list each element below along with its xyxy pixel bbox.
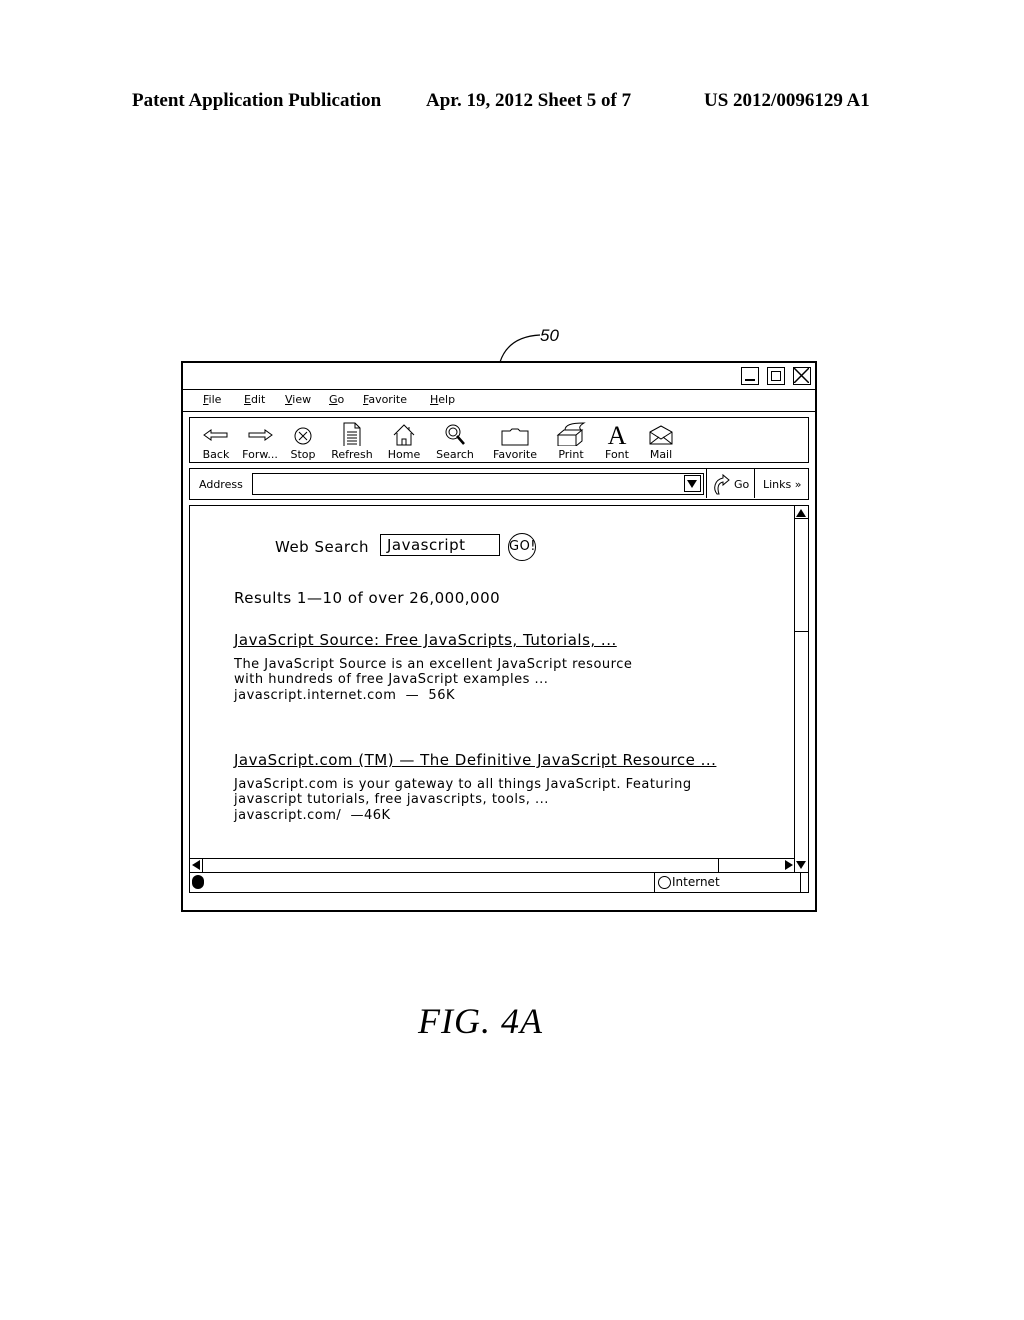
figure-label: FIG. 4A xyxy=(418,1001,543,1041)
publication-type: Patent Application Publication xyxy=(132,90,382,111)
minimize-button[interactable] xyxy=(741,367,759,385)
forward-label: Forw... xyxy=(242,448,278,461)
menu-favorite[interactable]: Favorite xyxy=(363,393,407,406)
page-content: Web Search Javascript GO! Results 1—10 o… xyxy=(189,505,809,873)
address-dropdown-button[interactable] xyxy=(684,475,701,492)
links-button[interactable]: Links » xyxy=(754,469,808,498)
arrow-right-icon xyxy=(248,429,273,441)
web-search-go-button[interactable]: GO! xyxy=(508,533,536,561)
font-icon: A xyxy=(608,422,627,446)
back-button[interactable]: Back xyxy=(198,422,234,461)
search-label: Search xyxy=(436,448,474,461)
scroll-down-arrow-icon[interactable] xyxy=(796,861,806,869)
results-count: Results 1—10 of over 26,000,000 xyxy=(234,589,501,607)
result-title-link[interactable]: JavaScript.com (TM) — The Definitive Jav… xyxy=(234,751,716,769)
refresh-label: Refresh xyxy=(331,448,373,461)
reference-leader-line xyxy=(499,334,541,363)
favorite-button[interactable]: Favorite xyxy=(490,422,540,461)
maximize-button[interactable] xyxy=(767,367,785,385)
result-desc-line: with hundreds of free JavaScript example… xyxy=(234,672,549,687)
result-title-link[interactable]: JavaScript Source: Free JavaScripts, Tut… xyxy=(234,631,617,649)
title-bar xyxy=(183,363,815,390)
globe-icon xyxy=(658,876,671,889)
result-desc-line: javascript tutorials, free javascripts, … xyxy=(234,792,549,807)
folder-icon xyxy=(501,428,529,446)
menu-bar: File Edit View Go Favorite Help xyxy=(183,389,815,412)
toolbar: Back Forw... Stop Refresh Home Search Fa… xyxy=(189,417,809,463)
result-desc-line: The JavaScript Source is an excellent Ja… xyxy=(234,657,633,672)
go-arrow-icon xyxy=(714,473,730,495)
scroll-up-arrow-icon[interactable] xyxy=(796,509,806,517)
print-label: Print xyxy=(558,448,584,461)
go-label: Go xyxy=(734,478,750,491)
stop-button[interactable]: Stop xyxy=(288,422,318,461)
web-search-input[interactable]: Javascript xyxy=(380,534,500,556)
back-label: Back xyxy=(202,448,230,461)
forward-button[interactable]: Forw... xyxy=(240,422,280,461)
home-label: Home xyxy=(387,448,421,461)
publication-date-sheet: Apr. 19, 2012 Sheet 5 of 7 xyxy=(426,90,632,111)
horizontal-scroll-thumb[interactable] xyxy=(202,859,719,872)
menu-edit[interactable]: Edit xyxy=(244,393,265,406)
search-button[interactable]: Search xyxy=(434,422,476,461)
menu-file[interactable]: File xyxy=(203,393,221,406)
document-icon xyxy=(343,422,361,446)
scroll-right-arrow-icon[interactable] xyxy=(785,860,793,870)
patent-number: US 2012/0096129 A1 xyxy=(704,90,870,111)
magnifier-icon xyxy=(445,424,465,445)
links-label: Links » xyxy=(763,478,802,491)
result-desc-line: JavaScript.com is your gateway to all th… xyxy=(234,777,692,792)
address-bar: Address Go Links » xyxy=(189,468,809,500)
scroll-left-arrow-icon[interactable] xyxy=(192,860,200,870)
address-input[interactable] xyxy=(252,473,704,495)
menu-help[interactable]: Help xyxy=(430,393,455,406)
status-bar: Internet xyxy=(189,873,809,893)
page-status-icon xyxy=(192,875,204,889)
result-url: javascript.internet.com — 56K xyxy=(234,688,455,703)
refresh-button[interactable]: Refresh xyxy=(330,422,374,461)
horizontal-scrollbar[interactable] xyxy=(190,858,795,872)
stop-icon xyxy=(294,427,312,445)
close-icon xyxy=(793,367,810,384)
mail-label: Mail xyxy=(649,448,673,461)
security-zone: Internet xyxy=(654,873,801,892)
vertical-scrollbar[interactable] xyxy=(794,506,808,872)
menu-view[interactable]: View xyxy=(285,393,311,406)
envelope-icon xyxy=(649,425,673,445)
mail-button[interactable]: Mail xyxy=(646,422,676,461)
menu-go[interactable]: Go xyxy=(329,393,344,406)
home-icon xyxy=(393,424,415,446)
home-button[interactable]: Home xyxy=(386,422,422,461)
web-search-label: Web Search xyxy=(275,538,370,556)
vertical-scroll-thumb[interactable] xyxy=(795,518,808,632)
close-button[interactable] xyxy=(793,367,811,385)
browser-window: File Edit View Go Favorite Help Back For… xyxy=(181,361,817,912)
stop-label: Stop xyxy=(290,448,316,461)
font-label: Font xyxy=(605,448,629,461)
go-button[interactable]: Go xyxy=(706,469,755,498)
svg-text:A: A xyxy=(608,422,627,446)
reference-numeral: 50 xyxy=(540,326,559,345)
result-url: javascript.com/ —46K xyxy=(234,808,391,823)
address-label: Address xyxy=(199,478,243,491)
printer-icon xyxy=(556,422,586,446)
arrow-left-icon xyxy=(203,429,228,441)
zone-label: Internet xyxy=(672,875,720,889)
favorite-label: Favorite xyxy=(493,448,537,461)
print-button[interactable]: Print xyxy=(554,422,588,461)
font-button[interactable]: A Font xyxy=(602,422,632,461)
